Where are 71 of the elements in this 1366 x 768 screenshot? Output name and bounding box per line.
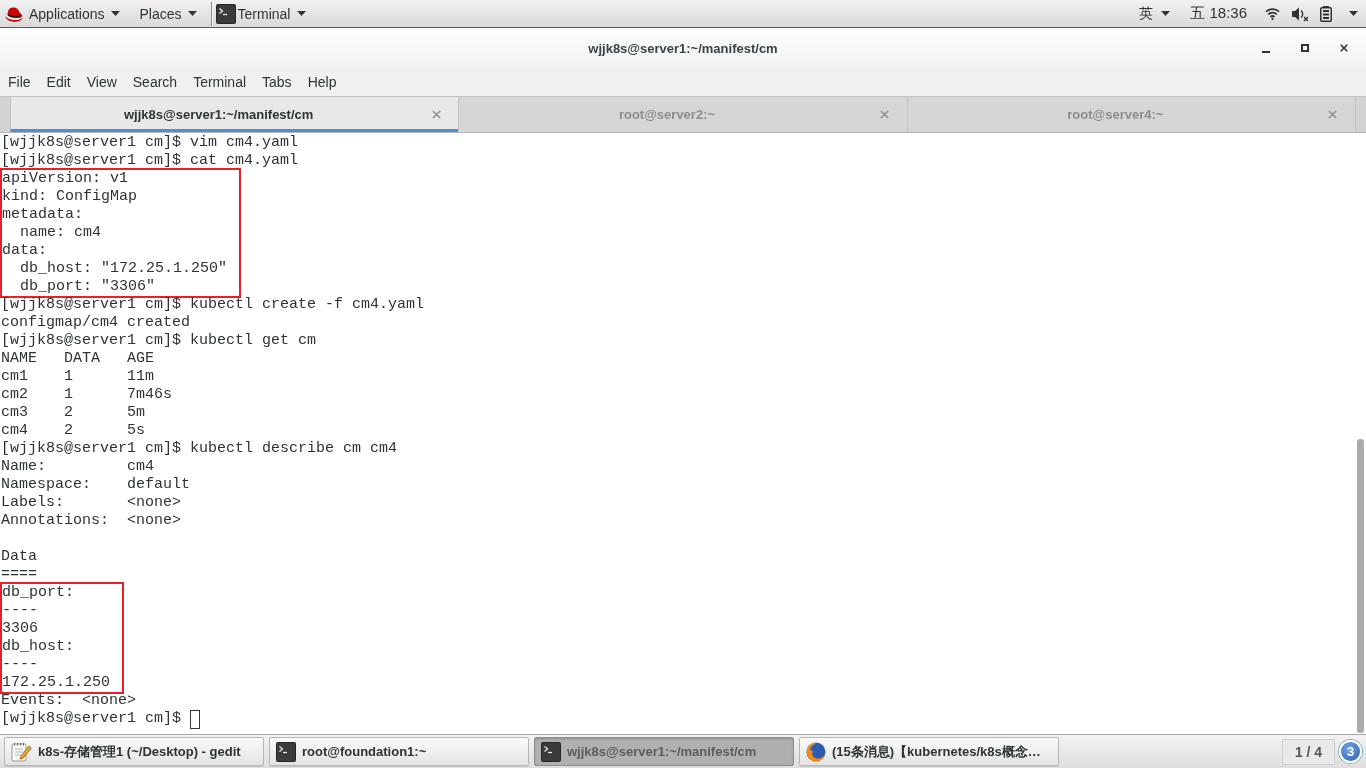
terminal-tab[interactable]: wjjk8s@server1:~/manifest/cm [10, 97, 459, 132]
terminal-line: [wjjk8s@server1 cm]$ kubectl create -f cm4.yaml [1, 296, 425, 314]
caret-icon [1161, 11, 1171, 16]
input-method-menu[interactable]: 英 [1129, 0, 1181, 27]
terminal-line: Namespace: default [1, 476, 191, 494]
terminal-line: Name: cm4 [1, 458, 155, 476]
terminal-line: ---- [2, 602, 38, 620]
terminal-line: cm3 2 5m [1, 404, 146, 422]
terminal-line: configmap/cm4 created [1, 314, 191, 332]
speaker-muted-icon [1292, 5, 1308, 22]
terminal-line: Data [1, 548, 37, 566]
window-title: wjjk8s@server1:~/manifest/cm [588, 40, 778, 56]
terminal-line: db_port: [2, 584, 74, 602]
terminal-line: cm4 2 5s [1, 422, 146, 440]
caret-icon [110, 11, 120, 16]
applications-menu[interactable]: Applications [5, 0, 130, 27]
taskbar-button[interactable]: root@foundation1:~ [269, 737, 529, 766]
wifi-icon [1265, 7, 1280, 20]
menu-item[interactable]: Terminal [185, 70, 255, 94]
terminal-line: 172.25.1.250 [2, 674, 111, 692]
terminal-line: ==== [1, 566, 37, 584]
terminal-line: cm1 1 11m [1, 368, 155, 386]
menu-item[interactable]: Search [124, 70, 186, 94]
terminal-line: db_host: "172.25.1.250" [19, 260, 228, 278]
terminal-line: [wjjk8s@server1 cm]$ vim cm4.yaml [1, 134, 299, 152]
terminal-line: [wjjk8s@server1 cm]$ cat cm4.yaml [1, 152, 299, 170]
terminal-icon [276, 741, 296, 762]
maximize-icon [1300, 44, 1309, 52]
menu-item[interactable]: Edit [38, 70, 79, 94]
globe-icon [806, 741, 826, 762]
terminal-line: data: [2, 242, 47, 260]
close-icon [880, 110, 890, 119]
terminal-line: Events: <none> [1, 692, 137, 710]
notepad-pencil-icon [11, 741, 32, 762]
terminal-line: name: cm4 [19, 224, 102, 242]
menu-item[interactable]: File [0, 70, 39, 94]
terminal-line: db_host: [2, 638, 74, 656]
terminal-line: NAME DATA AGE [1, 350, 155, 368]
close-icon [1328, 110, 1338, 119]
terminal-line: apiVersion: v1 [2, 170, 129, 188]
caret-icon [297, 11, 307, 16]
workspace-indicator[interactable]: 1 / 4 [1282, 738, 1335, 765]
menu-item[interactable]: Help [299, 70, 345, 94]
terminal-line: [wjjk8s@server1 cm]$ kubectl get cm [1, 332, 317, 350]
terminal-line: [wjjk8s@server1 cm]$ kubectl describe cm cm4 [1, 440, 398, 458]
close-icon [1339, 44, 1348, 52]
taskbar-button[interactable]: (15条消息)【kubernetes/k8s概念… [799, 737, 1059, 766]
terminal-icon [541, 741, 561, 762]
places-menu[interactable]: Places [129, 0, 207, 27]
terminal-line: cm2 1 7m46s [1, 386, 173, 404]
taskbar-button[interactable]: k8s-存储管理1 (~/Desktop) - gedit [4, 737, 264, 766]
terminal-line: db_port: "3306" [19, 278, 156, 296]
terminal-line: ---- [2, 656, 38, 674]
clock-button[interactable]: 五 18:36 [1180, 0, 1257, 27]
caret-icon [187, 11, 197, 16]
terminal-line: Annotations: <none> [1, 512, 182, 530]
terminal-line: Labels: <none> [1, 494, 182, 512]
menu-item[interactable]: View [78, 70, 125, 94]
terminal-icon [215, 2, 236, 25]
battery-icon [1320, 5, 1332, 22]
terminal-line: kind: ConfigMap [2, 188, 138, 206]
terminal-line: [wjjk8s@server1 cm]$ [1, 710, 182, 728]
minimize-icon [1261, 50, 1270, 53]
terminal-line: 3306 [2, 620, 38, 638]
scrollbar-thumb[interactable] [1356, 439, 1364, 733]
caret-icon [1349, 11, 1358, 16]
app-menu[interactable]: Terminal [214, 0, 317, 27]
hat-icon [5, 5, 23, 22]
close-icon [431, 110, 441, 119]
menu-item[interactable]: Tabs [254, 70, 300, 94]
terminal-line: metadata: [2, 206, 83, 224]
